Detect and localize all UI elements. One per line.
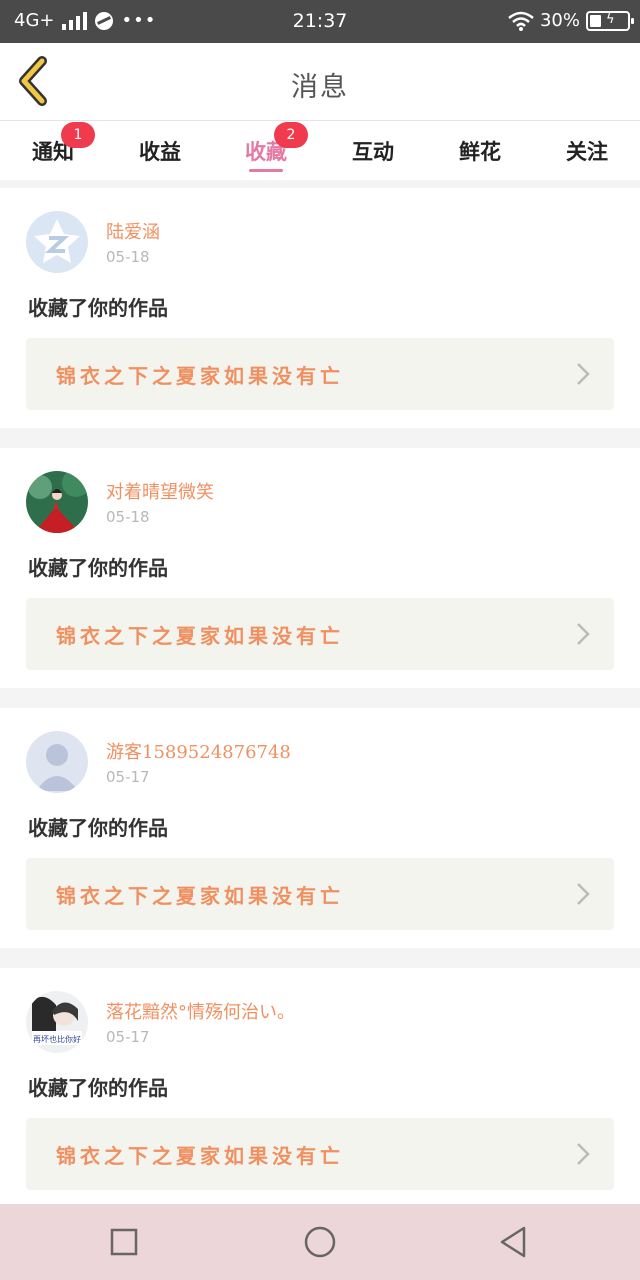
tab-bar: 通知 1 收益 收藏 2 互动 鲜花 关注 bbox=[0, 121, 640, 180]
username[interactable]: 落花黯然°情殇何治い。 bbox=[106, 998, 295, 1024]
avatar[interactable] bbox=[26, 471, 88, 533]
message-date: 05-17 bbox=[106, 768, 150, 786]
username[interactable]: 对着晴望微笑 bbox=[106, 478, 214, 504]
qzone-avatar-icon bbox=[26, 211, 88, 273]
default-person-icon bbox=[26, 731, 88, 793]
back-nav-button[interactable] bbox=[496, 1224, 532, 1260]
work-link[interactable]: 锦衣之下之夏家如果没有亡 bbox=[26, 598, 614, 670]
recent-apps-button[interactable] bbox=[106, 1224, 142, 1260]
unread-badge: 1 bbox=[61, 122, 95, 148]
tab-earnings[interactable]: 收益 bbox=[115, 129, 205, 180]
tab-label: 鲜花 bbox=[459, 139, 501, 164]
tab-label: 关注 bbox=[566, 139, 608, 164]
message-list: 陆爱涵 05-18 收藏了你的作品 锦衣之下之夏家如果没有亡 对着晴望微笑 05… bbox=[0, 188, 640, 1228]
work-title: 锦衣之下之夏家如果没有亡 bbox=[56, 1144, 344, 1168]
work-link[interactable]: 锦衣之下之夏家如果没有亡 bbox=[26, 338, 614, 410]
chevron-right-icon bbox=[577, 1143, 590, 1165]
system-nav-bar bbox=[0, 1204, 640, 1280]
tab-notifications[interactable]: 通知 1 bbox=[8, 122, 98, 180]
tab-interactions[interactable]: 互动 bbox=[328, 129, 418, 180]
battery-percent: 30% bbox=[539, 10, 580, 31]
message-card: 对着晴望微笑 05-18 收藏了你的作品 锦衣之下之夏家如果没有亡 bbox=[0, 448, 640, 688]
message-date: 05-17 bbox=[106, 1028, 150, 1046]
photo-avatar-icon: 再坏也比你好 bbox=[26, 991, 88, 1053]
work-link[interactable]: 锦衣之下之夏家如果没有亡 bbox=[26, 858, 614, 930]
tab-favorites[interactable]: 收藏 2 bbox=[221, 122, 311, 180]
chevron-right-icon bbox=[577, 623, 590, 645]
wifi-icon bbox=[508, 11, 534, 31]
message-date: 05-18 bbox=[106, 248, 150, 266]
work-link[interactable]: 锦衣之下之夏家如果没有亡 bbox=[26, 1118, 614, 1190]
action-text: 收藏了你的作品 bbox=[28, 816, 168, 840]
tab-label: 收益 bbox=[139, 139, 181, 164]
avatar-caption: 再坏也比你好 bbox=[33, 1034, 81, 1044]
avatar[interactable] bbox=[26, 731, 88, 793]
status-bar: 4G+ ••• 21:37 30% ϟ bbox=[0, 0, 640, 43]
action-text: 收藏了你的作品 bbox=[28, 1076, 168, 1100]
username[interactable]: 陆爱涵 bbox=[106, 218, 160, 244]
work-title: 锦衣之下之夏家如果没有亡 bbox=[56, 884, 344, 908]
message-card: 游客1589524876748 05-17 收藏了你的作品 锦衣之下之夏家如果没… bbox=[0, 708, 640, 948]
battery-icon: ϟ bbox=[586, 10, 634, 31]
action-text: 收藏了你的作品 bbox=[28, 556, 168, 580]
message-date: 05-18 bbox=[106, 508, 150, 526]
work-title: 锦衣之下之夏家如果没有亡 bbox=[56, 624, 344, 648]
tab-flowers[interactable]: 鲜花 bbox=[435, 129, 525, 180]
tab-label: 互动 bbox=[352, 139, 394, 164]
avatar[interactable] bbox=[26, 211, 88, 273]
tab-follows[interactable]: 关注 bbox=[542, 129, 632, 180]
action-text: 收藏了你的作品 bbox=[28, 296, 168, 320]
active-tab-indicator bbox=[249, 169, 283, 172]
photo-avatar-icon bbox=[26, 471, 88, 533]
home-button[interactable] bbox=[302, 1224, 338, 1260]
message-card: 再坏也比你好 落花黯然°情殇何治い。 05-17 收藏了你的作品 锦衣之下之夏家… bbox=[0, 968, 640, 1208]
work-title: 锦衣之下之夏家如果没有亡 bbox=[56, 364, 344, 388]
chevron-right-icon bbox=[577, 883, 590, 905]
chevron-right-icon bbox=[577, 363, 590, 385]
page-title: 消息 bbox=[291, 72, 349, 103]
unread-badge: 2 bbox=[274, 122, 308, 148]
message-card: 陆爱涵 05-18 收藏了你的作品 锦衣之下之夏家如果没有亡 bbox=[0, 188, 640, 428]
app-header: 消息 bbox=[0, 43, 640, 121]
username[interactable]: 游客1589524876748 bbox=[106, 738, 291, 764]
avatar[interactable]: 再坏也比你好 bbox=[26, 991, 88, 1053]
